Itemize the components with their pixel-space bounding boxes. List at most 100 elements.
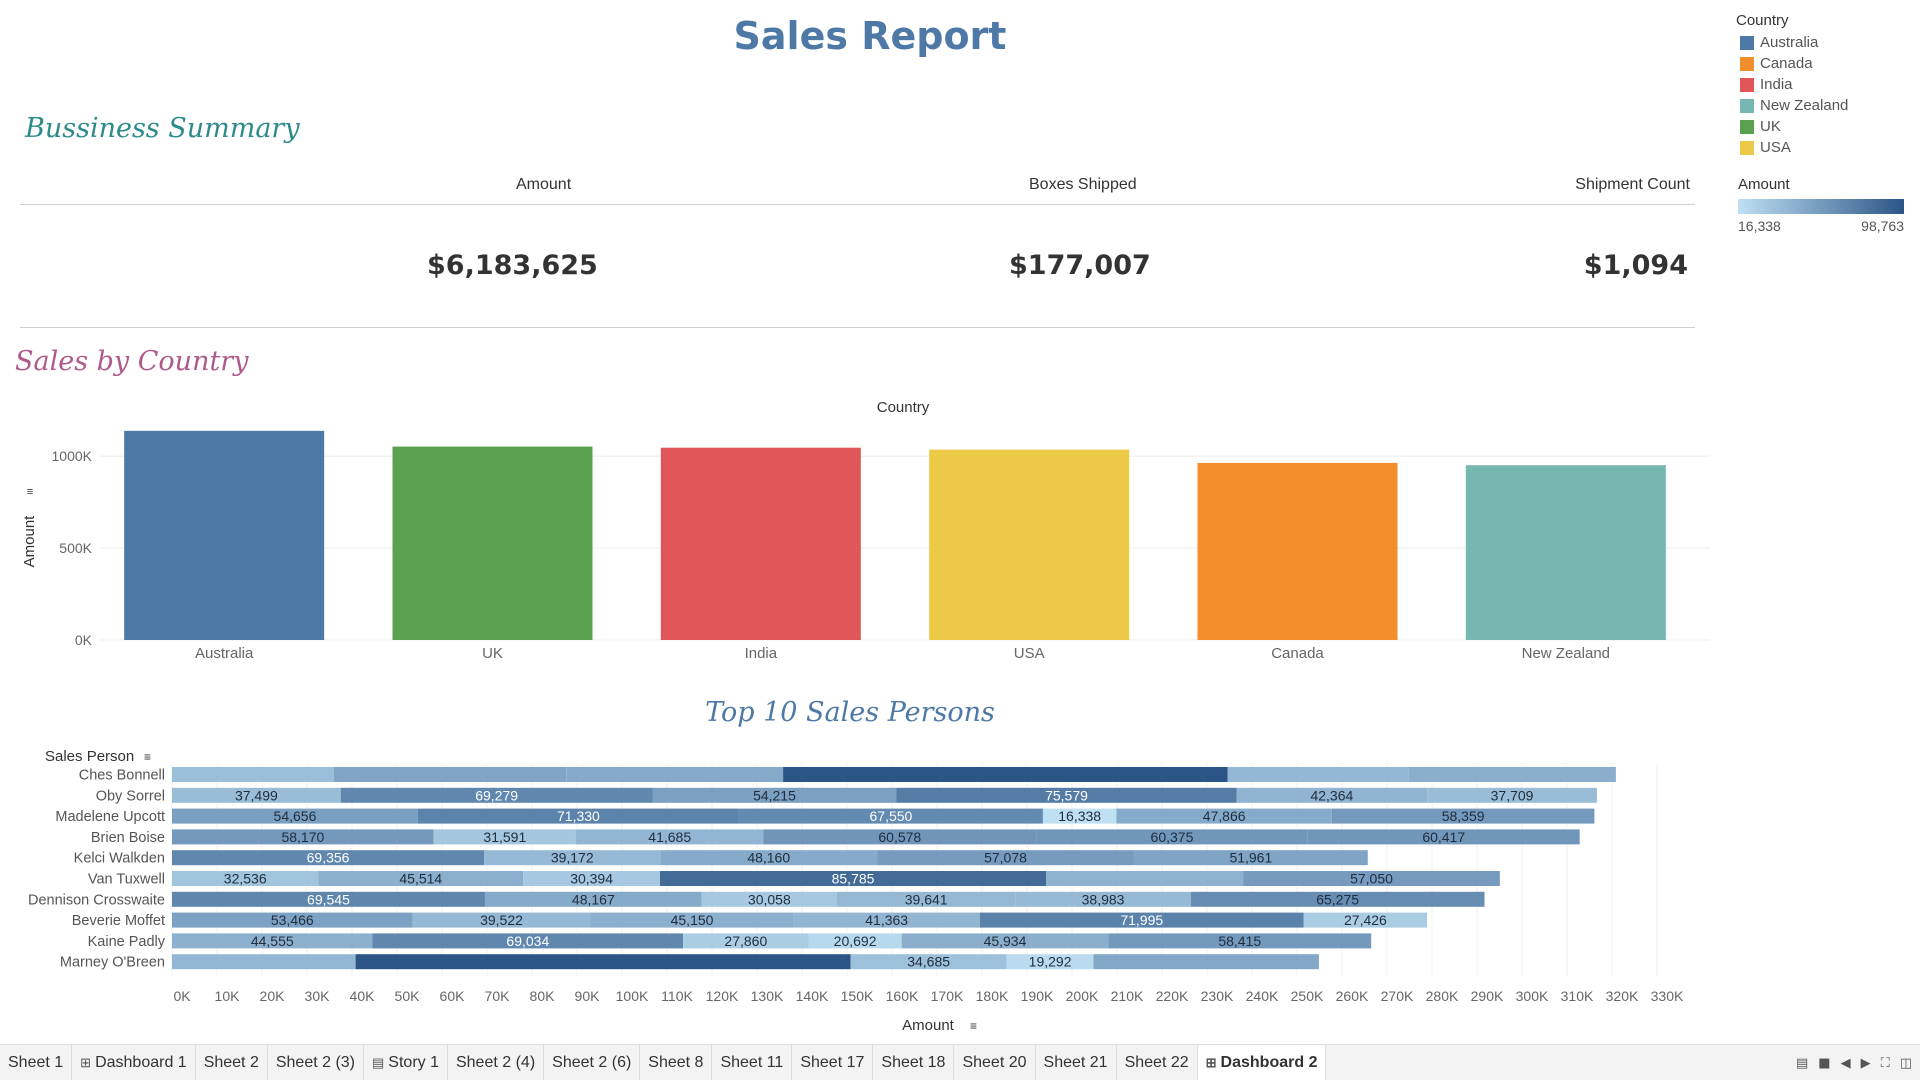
segment-label: 31,591 [483,829,526,845]
country-bar-india[interactable] [660,447,861,640]
segment-label: 38,983 [1082,891,1125,907]
segment-label: 67,550 [870,808,913,824]
stacked-segment[interactable] [783,767,1228,782]
previous-icon[interactable]: ◀ [1841,1056,1851,1071]
segment-label: 71,330 [557,808,600,824]
tab-controls: ▤ ■ ◀ ▶ ⛶ ◫ [1796,1045,1912,1080]
story-icon: ▤ [372,1054,385,1070]
stacked-segment[interactable] [1227,767,1409,782]
country-x-tick: UK [482,645,503,662]
tab-sheet-2-3[interactable]: Sheet 2 (3) [268,1044,364,1080]
tab-sheet-1[interactable]: Sheet 1 [0,1044,73,1080]
sales-person-name: Kelci Walkden [74,851,165,867]
sort-icon[interactable]: ≡ [144,750,151,764]
legend-item-canada[interactable]: Canada [1736,53,1916,74]
legend-item-uk[interactable]: UK [1736,116,1916,137]
segment-label: 42,364 [1310,787,1353,803]
country-bar-australia[interactable] [124,430,325,640]
stacked-segment[interactable] [1408,767,1616,782]
tab-label: Story 1 [388,1053,439,1071]
legend-label: UK [1760,118,1781,135]
sort-icon[interactable]: ≡ [970,1019,977,1033]
tab-sheet-20[interactable]: Sheet 20 [954,1044,1036,1080]
segment-label: 30,394 [570,871,613,887]
tab-sheet-2-6[interactable]: Sheet 2 (6) [544,1044,641,1080]
tab-label: Dashboard 1 [95,1053,187,1071]
sales-person-name: Van Tuxwell [88,872,165,888]
stacked-segment[interactable] [355,954,851,970]
person-x-tick: 270K [1381,988,1414,1004]
top10-title: Top 10 Sales Persons [705,697,995,728]
tab-dashboard-1[interactable]: ⊞ Dashboard 1 [72,1044,196,1080]
tab-label: Sheet 22 [1124,1053,1189,1071]
country-bar-uk[interactable] [392,446,593,640]
segment-label: 47,866 [1203,808,1246,824]
country-y-axis-label: Amount [21,515,38,568]
country-x-tick: New Zealand [1522,645,1610,662]
legend-item-new-zealand[interactable]: New Zealand [1736,95,1916,116]
segment-label: 57,050 [1350,871,1393,887]
amount-legend-title: Amount [1738,176,1790,193]
sales-person-name: Marney O'Breen [60,955,165,971]
tab-label: Sheet 2 (4) [455,1053,536,1071]
country-x-tick: Australia [195,645,254,662]
kpi-amount-value: $6,183,625 [427,250,598,281]
sales-person-header: Sales Person [45,748,134,765]
country-bar-new-zealand[interactable] [1465,465,1666,640]
segment-label: 41,363 [865,912,908,928]
segment-label: 39,172 [551,850,594,866]
stacked-segment[interactable] [1093,954,1319,970]
grid-view-icon[interactable]: ▤ [1796,1056,1808,1071]
sheet-tab-bar: Sheet 1 ⊞ Dashboard 1 Sheet 2 Sheet 2 (3) ▤ St… [0,1044,1920,1080]
segment-label: 45,934 [984,933,1027,949]
tab-sheet-21[interactable]: Sheet 21 [1036,1044,1117,1080]
tab-sheet-22[interactable]: Sheet 22 [1117,1044,1198,1080]
stacked-segment[interactable] [172,954,356,970]
legend-item-usa[interactable]: USA [1736,137,1916,158]
country-x-tick: USA [1014,645,1045,662]
country-y-tick: 1000K [52,448,93,464]
person-x-tick: 40K [350,988,376,1004]
segment-label: 58,415 [1218,933,1261,949]
legend-item-australia[interactable]: Australia [1736,32,1916,53]
tab-sheet-17[interactable]: Sheet 17 [792,1044,874,1080]
legend-label: Canada [1760,55,1813,72]
person-x-tick: 210K [1111,988,1144,1004]
tab-sheet-11[interactable]: Sheet 11 [712,1044,793,1080]
segment-label: 65,275 [1316,891,1359,907]
segment-label: 34,685 [907,954,950,970]
segment-label: 39,522 [480,912,523,928]
tab-sheet-2-4[interactable]: Sheet 2 (4) [448,1044,545,1080]
present-icon[interactable]: ◫ [1900,1056,1912,1071]
kpi-boxes-value: $177,007 [1009,250,1151,281]
segment-label: 60,375 [1151,829,1194,845]
country-y-tick: 500K [59,540,92,556]
country-bar-usa[interactable] [929,449,1130,640]
segment-label: 20,692 [834,933,877,949]
fullscreen-icon[interactable]: ⛶ [1881,1056,1890,1071]
stacked-segment[interactable] [1046,871,1244,886]
tab-story-1[interactable]: ▤ Story 1 [364,1044,448,1080]
stacked-segment[interactable] [566,767,784,782]
person-x-tick: 50K [395,988,421,1004]
dashboard-icon: ⊞ [80,1054,92,1070]
person-x-tick: 130K [751,988,784,1004]
legend-label: India [1760,76,1793,93]
person-x-tick: 230K [1201,988,1234,1004]
country-legend: Country Australia Canada India New Zealand U… [1736,12,1916,158]
legend-item-india[interactable]: India [1736,74,1916,95]
stacked-segment[interactable] [172,767,334,782]
stop-icon[interactable]: ■ [1818,1056,1830,1071]
sort-icon[interactable]: ≡ [27,486,33,498]
segment-label: 39,641 [905,891,948,907]
segment-label: 41,685 [648,829,691,845]
legend-swatch [1740,140,1754,155]
sales-person-name: Brien Boise [91,830,165,846]
tab-sheet-2[interactable]: Sheet 2 [196,1044,268,1080]
stacked-segment[interactable] [334,767,567,782]
next-icon[interactable]: ▶ [1861,1056,1871,1071]
country-bar-canada[interactable] [1197,462,1398,640]
tab-sheet-8[interactable]: Sheet 8 [640,1044,713,1080]
tab-sheet-18[interactable]: Sheet 18 [873,1044,955,1080]
tab-dashboard-2[interactable]: ⊞ Dashboard 2 [1197,1044,1327,1080]
